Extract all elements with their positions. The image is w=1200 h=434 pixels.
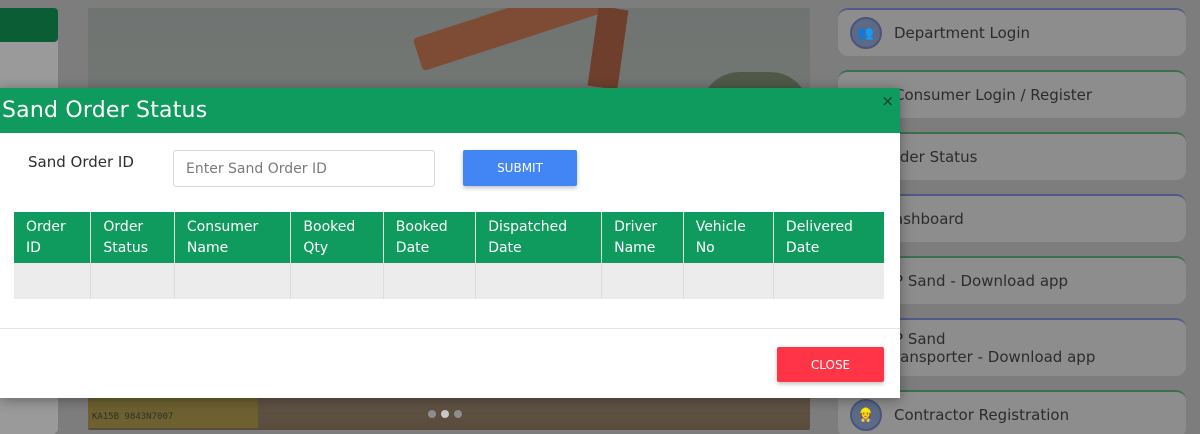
- carousel-dot[interactable]: [454, 410, 462, 418]
- column-header-text: ID: [26, 240, 41, 256]
- column-header-text: Date: [488, 240, 522, 256]
- column-header-text: Consumer: [186, 219, 259, 235]
- column-header-text: Dispatched: [488, 219, 568, 235]
- column-header: Dispatched Date: [475, 212, 603, 263]
- order-status-table: Order ID Order Status Consumer Name Booked Qty B…: [14, 212, 884, 299]
- column-header-text: Date: [395, 240, 430, 256]
- close-button[interactable]: CLOSE: [777, 347, 884, 382]
- column-header-text: Name: [614, 240, 656, 256]
- table-cell: [174, 263, 292, 299]
- column-header-text: Delivered: [785, 219, 853, 235]
- side-item-label: Department Login: [894, 24, 1031, 42]
- column-header-text: Name: [186, 240, 229, 256]
- table-cell: [773, 263, 884, 299]
- side-item-label: ashboard: [894, 210, 964, 228]
- submit-button[interactable]: SUBMIT: [463, 150, 577, 186]
- table-cell: [14, 263, 92, 299]
- column-header-text: Vehicle: [695, 219, 746, 235]
- table-cell: [475, 263, 603, 299]
- table-cell: [290, 263, 384, 299]
- side-item-department-login[interactable]: 👥 Department Login: [838, 8, 1186, 56]
- close-icon[interactable]: ×: [881, 92, 894, 110]
- side-item-label-line1: P Sand: [894, 330, 946, 348]
- column-header: Vehicle No: [683, 212, 774, 263]
- order-id-input[interactable]: [173, 150, 435, 187]
- contractor-icon: 👷: [850, 399, 882, 431]
- column-header-text: No: [695, 240, 715, 256]
- sand-order-status-modal: Sand Order Status × Sand Order ID SUBMIT…: [0, 88, 900, 398]
- column-header: Driver Name: [601, 212, 684, 263]
- order-id-form: Sand Order ID SUBMIT: [0, 150, 900, 190]
- column-header-text: Qty: [303, 240, 329, 256]
- column-header-text: Booked: [303, 219, 356, 235]
- modal-footer-divider: [0, 328, 900, 329]
- department-login-icon: 👥: [850, 17, 882, 49]
- side-item-label: P Sand ransporter - Download app: [894, 330, 1095, 366]
- side-item-label: rder Status: [894, 148, 978, 166]
- side-item-label: P Sand - Download app: [894, 272, 1069, 290]
- carousel-dot[interactable]: [428, 410, 436, 418]
- left-panel-tab[interactable]: [0, 8, 58, 42]
- vehicle-plate-text: KA15B 9843N7007: [92, 412, 174, 422]
- column-header: Delivered Date: [773, 212, 884, 263]
- column-header-text: Order: [26, 219, 66, 235]
- table-cell: [683, 263, 774, 299]
- column-header: Consumer Name: [174, 212, 292, 263]
- column-header-text: Order: [103, 219, 144, 235]
- table-cell: [383, 263, 477, 299]
- table-cell: [601, 263, 684, 299]
- modal-header: Sand Order Status ×: [0, 88, 900, 133]
- modal-title: Sand Order Status: [2, 98, 208, 123]
- column-header: Order Status: [90, 212, 175, 263]
- table-header-row: Order ID Order Status Consumer Name Booked Qty B…: [14, 212, 884, 263]
- side-item-label: Consumer Login / Register: [894, 86, 1093, 104]
- column-header: Booked Qty: [290, 212, 384, 263]
- carousel-dots: [428, 410, 462, 418]
- column-header-text: Status: [103, 240, 149, 256]
- carousel-dot-active[interactable]: [441, 410, 449, 418]
- column-header-text: Date: [785, 240, 820, 256]
- order-id-label: Sand Order ID: [28, 153, 134, 171]
- side-item-label-line2: ransporter - Download app: [894, 348, 1096, 366]
- column-header: Booked Date: [383, 212, 477, 263]
- column-header: Order ID: [14, 212, 92, 263]
- side-item-label: Contractor Registration: [894, 406, 1070, 424]
- excavator-arm: [587, 8, 629, 90]
- table-row: [14, 263, 884, 299]
- table-cell: [90, 263, 175, 299]
- column-header-text: Booked: [395, 219, 448, 235]
- column-header-text: Driver: [614, 219, 658, 235]
